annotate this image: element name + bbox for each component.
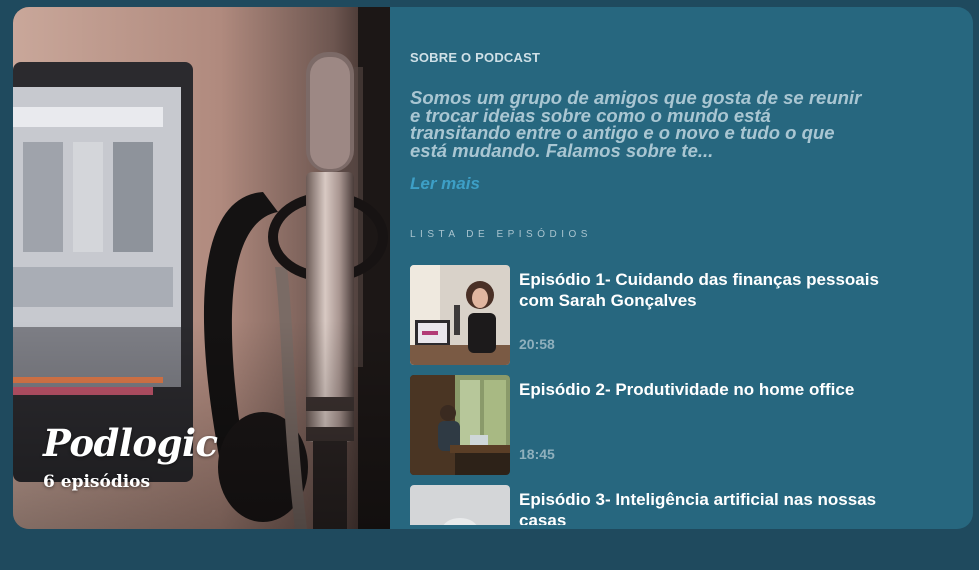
episode-thumbnail [410, 375, 510, 475]
episode-thumbnail [410, 485, 510, 525]
about-description: Somos um grupo de amigos que gosta de se… [410, 87, 862, 161]
read-more-link[interactable]: Ler mais [410, 174, 480, 194]
podcast-info-panel: SOBRE O PODCAST Somos um grupo de amigos… [390, 7, 973, 529]
about-section-label: SOBRE O PODCAST [410, 50, 541, 65]
episode-title: Episódio 2- Produtividade no home office [519, 380, 855, 399]
episode-item[interactable]: Episódio 1- Cuidando das finanças pessoa… [410, 265, 930, 365]
episode-thumbnail [410, 265, 510, 365]
episode-title: Episódio 1- Cuidando das finanças pessoa… [519, 270, 879, 311]
podcast-card: Podlogic 6 episódios SOBRE O PODCAST Som… [13, 7, 973, 529]
podcast-title: Podlogic [43, 421, 218, 465]
episode-list-label: LISTA DE EPISÓDIOS [410, 229, 592, 240]
episode-duration: 18:45 [519, 446, 555, 462]
episode-item[interactable]: Episódio 3- Inteligência artificial nas … [410, 485, 930, 525]
podcast-cover-image: Podlogic 6 episódios [13, 7, 390, 529]
episode-duration: 20:58 [519, 336, 555, 352]
episode-title: Episódio 3- Inteligência artificial nas … [519, 490, 877, 525]
episode-count: 6 episódios [43, 472, 151, 492]
episode-list[interactable]: Episódio 1- Cuidando das finanças pessoa… [410, 265, 930, 525]
episode-item[interactable]: Episódio 2- Produtividade no home office… [410, 375, 930, 475]
